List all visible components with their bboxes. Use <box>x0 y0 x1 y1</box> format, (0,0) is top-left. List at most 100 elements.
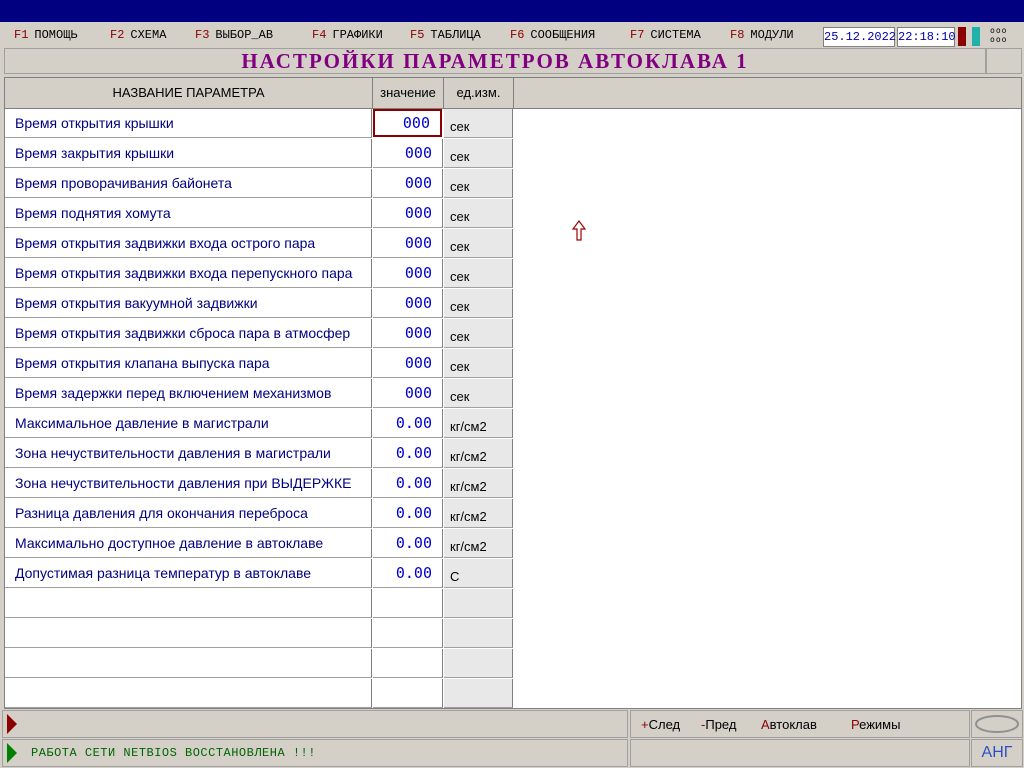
menu-label: ВЫБОР_АВ <box>215 28 274 42</box>
table-row[interactable]: Допустимая разница температур в автоклав… <box>5 559 513 589</box>
menu-graphs[interactable]: F4 ГРАФИКИ <box>312 28 383 42</box>
parameter-value-field[interactable]: 0.00 <box>373 439 443 468</box>
parameter-value-field[interactable]: 000 <box>373 139 443 168</box>
red-arrow-icon <box>7 714 17 734</box>
table-row[interactable]: Зона нечуствительности давления в магист… <box>5 439 513 469</box>
parameter-value-field[interactable] <box>373 619 443 648</box>
column-header-blank <box>514 78 1021 109</box>
menu-label: ПОМОЩЬ <box>34 28 78 42</box>
green-arrow-icon <box>7 743 17 763</box>
menu-help[interactable]: F1 ПОМОЩЬ <box>14 28 78 42</box>
parameter-unit: сек <box>444 319 513 348</box>
parameter-name <box>5 589 372 618</box>
menu-key: F7 <box>630 28 645 42</box>
parameter-value-field[interactable]: 000 <box>373 349 443 378</box>
prev-label: Пред <box>705 717 737 732</box>
parameter-name: Время проворачивания байонета <box>5 169 372 198</box>
parameter-value-field[interactable]: 0.00 <box>373 409 443 438</box>
parameter-value-field[interactable]: 000 <box>373 319 443 348</box>
prev-button[interactable]: -Пред <box>701 717 736 732</box>
table-row[interactable]: Зона нечуствительности давления при ВЫДЕ… <box>5 469 513 499</box>
parameter-value-field[interactable]: 0.00 <box>373 559 443 588</box>
table-row[interactable]: Время открытия задвижки входа перепускно… <box>5 259 513 289</box>
parameter-value-field[interactable] <box>373 649 443 678</box>
table-row[interactable]: Максимальное давление в магистрали 0.00 кг… <box>5 409 513 439</box>
table-row[interactable]: Время задержки перед включением механизм… <box>5 379 513 409</box>
table-row[interactable]: Время открытия крышки 000 сек <box>5 109 513 139</box>
parameter-value-field[interactable]: 000 <box>373 199 443 228</box>
title-bar <box>0 0 1024 22</box>
parameter-value-field[interactable]: 000 <box>373 229 443 258</box>
table-row[interactable] <box>5 589 513 619</box>
menu-bar: F1 ПОМОЩЬ F2 СХЕМА F3 ВЫБОР_АВ F4 ГРАФИКИ F5… <box>0 24 1024 48</box>
nav-bar-lower <box>630 739 970 767</box>
cyan-status-indicator <box>972 27 980 46</box>
parameter-value-field[interactable]: 0.00 <box>373 499 443 528</box>
autoclave-hotkey: А <box>761 717 770 732</box>
grid-dots-icon[interactable]: ooo ooo <box>990 26 1007 44</box>
parameter-value-field[interactable]: 000 <box>373 259 443 288</box>
parameter-value-field[interactable] <box>373 589 443 618</box>
oval-icon <box>975 715 1019 733</box>
table-row[interactable] <box>5 679 513 709</box>
parameter-name <box>5 619 372 648</box>
autoclave-button[interactable]: Автоклав <box>761 717 817 732</box>
parameter-unit <box>444 649 513 678</box>
page-title: НАСТРОЙКИ ПАРАМЕТРОВ АВТОКЛАВА 1 <box>241 49 749 73</box>
parameter-value-field[interactable]: 000 <box>373 379 443 408</box>
menu-table[interactable]: F5 ТАБЛИЦА <box>410 28 481 42</box>
menu-key: F8 <box>730 28 745 42</box>
parameter-name: Время открытия вакуумной задвижки <box>5 289 372 318</box>
language-toggle[interactable]: АНГ <box>971 739 1023 767</box>
modes-hotkey: Р <box>851 717 860 732</box>
table-row[interactable] <box>5 619 513 649</box>
table-row[interactable]: Время открытия задвижки сброса пара в ат… <box>5 319 513 349</box>
parameter-name <box>5 679 372 708</box>
mouse-cursor-icon <box>571 220 587 247</box>
table-row[interactable]: Время поднятия хомута 000 сек <box>5 199 513 229</box>
modes-button[interactable]: Режимы <box>851 717 900 732</box>
table-row[interactable] <box>5 649 513 679</box>
menu-modules[interactable]: F8 МОДУЛИ <box>730 28 794 42</box>
table-row[interactable]: Время проворачивания байонета 000 сек <box>5 169 513 199</box>
menu-key: F3 <box>195 28 210 42</box>
parameters-table: НАЗВАНИЕ ПАРАМЕТРА значение ед.изм. Врем… <box>4 77 1022 709</box>
parameter-unit: сек <box>444 349 513 378</box>
parameter-unit: сек <box>444 289 513 318</box>
parameter-unit: сек <box>444 259 513 288</box>
menu-key: F1 <box>14 28 29 42</box>
parameter-name: Максимальное давление в магистрали <box>5 409 372 438</box>
parameter-value-field[interactable]: 000 <box>373 109 442 137</box>
parameter-unit: кг/см2 <box>444 469 513 498</box>
parameter-value-field[interactable] <box>373 679 443 708</box>
table-row[interactable]: Разница давления для окончания переброса… <box>5 499 513 529</box>
header-corner <box>986 48 1022 74</box>
parameter-value-field[interactable]: 000 <box>373 169 443 198</box>
date-display: 25.12.2022 <box>823 27 896 47</box>
table-row[interactable]: Максимально доступное давление в автокла… <box>5 529 513 559</box>
menu-select-av[interactable]: F3 ВЫБОР_АВ <box>195 28 273 42</box>
parameter-value-field[interactable]: 000 <box>373 289 443 318</box>
parameter-unit: сек <box>444 379 513 408</box>
table-row[interactable]: Время открытия задвижки входа острого па… <box>5 229 513 259</box>
parameter-value-field[interactable]: 0.00 <box>373 529 443 558</box>
oval-button[interactable] <box>971 710 1023 738</box>
parameter-unit: сек <box>444 199 513 228</box>
menu-scheme[interactable]: F2 СХЕМА <box>110 28 166 42</box>
parameter-name: Время поднятия хомута <box>5 199 372 228</box>
table-row[interactable]: Время открытия клапана выпуска пара 000 се… <box>5 349 513 379</box>
table-row[interactable]: Время открытия вакуумной задвижки 000 сек <box>5 289 513 319</box>
menu-messages[interactable]: F6 СООБЩЕНИЯ <box>510 28 595 42</box>
status-bar-bottom: РАБОТА СЕТИ NETBIOS ВОССТАНОВЛЕНА !!! <box>2 739 628 767</box>
table-row[interactable]: Время закрытия крышки 000 сек <box>5 139 513 169</box>
menu-label: МОДУЛИ <box>750 28 794 42</box>
parameter-unit: С <box>444 559 513 588</box>
next-button[interactable]: +След <box>641 717 680 732</box>
parameter-name <box>5 649 372 678</box>
menu-system[interactable]: F7 СИСТЕМА <box>630 28 701 42</box>
next-label: След <box>648 717 681 732</box>
column-header-unit: ед.изм. <box>444 78 514 109</box>
parameter-unit: кг/см2 <box>444 499 513 528</box>
parameter-name: Зона нечуствительности давления при ВЫДЕ… <box>5 469 372 498</box>
parameter-value-field[interactable]: 0.00 <box>373 469 443 498</box>
